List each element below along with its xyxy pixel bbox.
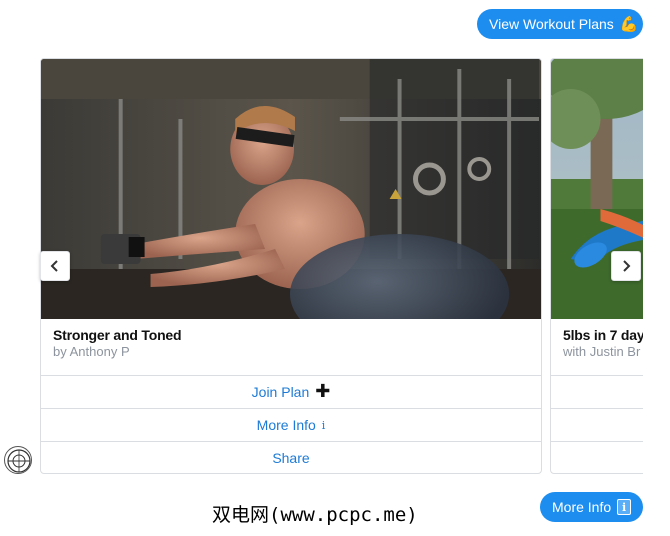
more-info-pill-button[interactable]: More Info i xyxy=(540,492,643,522)
carousel-prev-button[interactable] xyxy=(40,251,70,281)
more-info-label: More Info xyxy=(256,417,316,433)
watermark-text: 双电网(www.pcpc.me) xyxy=(212,504,418,526)
logo-icon xyxy=(7,449,31,473)
plan-card-image xyxy=(41,59,541,319)
plan-card: Stronger and Toned by Anthony P Join Pla… xyxy=(40,58,542,474)
plan-author: with Justin Br xyxy=(563,344,641,359)
share-label: Share xyxy=(272,450,310,466)
join-plan-button[interactable]: Join Plan ✚ xyxy=(41,375,541,408)
view-workout-plans-button[interactable]: View Workout Plans 💪 xyxy=(477,9,643,39)
avatar[interactable] xyxy=(4,446,32,474)
info-icon: i xyxy=(321,418,326,432)
more-info-button[interactable] xyxy=(551,408,643,441)
flexed-biceps-icon: 💪 xyxy=(619,15,639,33)
plan-title: Stronger and Toned xyxy=(53,327,182,343)
plan-author: by Anthony P xyxy=(53,344,130,359)
more-info-pill-label: More Info xyxy=(552,499,612,515)
share-button[interactable] xyxy=(551,441,643,473)
plan-title: 5lbs in 7 days xyxy=(563,327,643,343)
view-workout-plans-label: View Workout Plans xyxy=(489,16,614,32)
info-icon: i xyxy=(617,499,631,515)
join-plan-label: Join Plan xyxy=(251,384,310,400)
plus-icon: ✚ xyxy=(315,381,331,401)
share-button[interactable]: Share xyxy=(41,441,541,473)
carousel-next-button[interactable] xyxy=(611,251,641,281)
more-info-button[interactable]: More Info i xyxy=(41,408,541,441)
join-plan-button[interactable] xyxy=(551,375,643,408)
chevron-left-icon xyxy=(50,260,58,272)
workout-plan-carousel: Stronger and Toned by Anthony P Join Pla… xyxy=(40,58,643,476)
chevron-right-icon xyxy=(623,260,631,272)
